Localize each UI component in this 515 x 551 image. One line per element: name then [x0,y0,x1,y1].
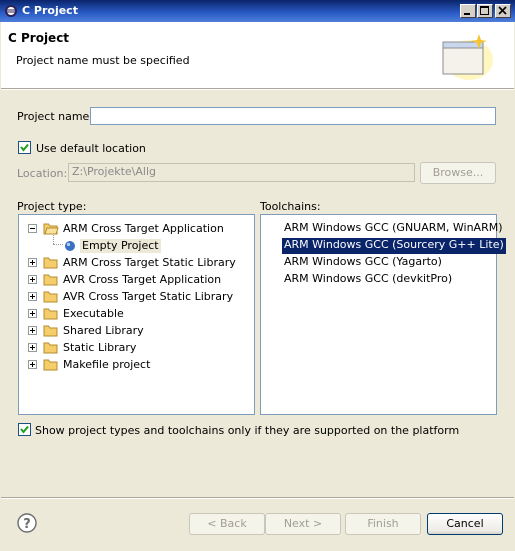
tree-item[interactable]: AVR Cross Target Application [19,272,249,289]
use-default-location-checkbox[interactable] [18,141,31,154]
tree-item-child[interactable]: Empty Project [19,238,249,255]
folder-icon [43,342,58,354]
expand-icon[interactable] [28,343,37,352]
expand-icon[interactable] [28,275,37,284]
folder-icon [43,291,58,303]
browse-button[interactable]: Browse... [420,162,496,184]
page-title: C Project [8,31,70,45]
footer-separator [1,497,514,499]
use-default-location-label: Use default location [36,142,146,155]
collapse-icon[interactable] [28,224,37,233]
folder-icon [43,308,58,320]
maximize-button[interactable] [477,4,493,18]
expand-icon[interactable] [28,258,37,267]
tree-item-label: ARM Cross Target Application [63,222,224,235]
show-supported-only-checkbox[interactable] [18,423,31,436]
checkmark-icon [20,143,29,152]
new-project-wizard-icon [442,34,493,80]
tree-item-label: AVR Cross Target Static Library [63,290,234,303]
svg-text:?: ? [23,517,31,532]
project-type-label: Project type: [17,200,87,213]
folder-icon [43,274,58,286]
eclipse-icon [5,5,17,17]
project-name-input[interactable] [90,107,496,125]
window-title: C Project [22,4,78,17]
checkmark-icon [20,425,29,434]
location-label: Location: [17,167,68,180]
open-folder-icon [43,223,59,235]
template-bullet-icon [65,241,75,251]
tree-item[interactable]: Static Library [19,340,249,357]
minimize-icon [464,13,470,15]
tree-item-label: AVR Cross Target Application [63,273,222,286]
project-name-label: Project name: [17,110,94,123]
tree-item[interactable]: ARM Cross Target Static Library [19,255,249,272]
tree-item[interactable]: Makefile project [19,357,249,374]
tree-item-label: ARM Cross Target Static Library [63,256,236,269]
tree-item-label: Static Library [63,341,137,354]
toolchains-list[interactable]: ARM Windows GCC (GNUARM, WinARM) ARM Wind… [260,214,506,415]
expand-icon[interactable] [28,360,37,369]
tree-item[interactable]: AVR Cross Target Static Library [19,289,249,306]
error-message: Project name must be specified [16,54,190,67]
expand-icon[interactable] [28,292,37,301]
cancel-button[interactable]: Cancel [427,513,503,535]
tree-item[interactable]: Executable [19,306,249,323]
toolchain-item-selected[interactable]: ARM Windows GCC (Sourcery G++ Lite) [282,238,506,254]
folder-icon [43,325,58,337]
tree-item-label: Executable [63,307,124,320]
expand-icon[interactable] [28,326,37,335]
maximize-icon [480,6,489,15]
help-icon[interactable]: ? [17,513,37,533]
folder-icon [43,257,58,269]
finish-button[interactable]: Finish [345,513,421,535]
tree-item-label: Shared Library [63,324,144,337]
tree-item-label: Empty Project [80,239,161,253]
toolchains-label: Toolchains: [260,200,321,213]
title-bar: C Project [0,0,515,22]
back-button[interactable]: < Back [189,513,265,535]
show-supported-only-label: Show project types and toolchains only i… [35,424,460,437]
tree-item-label: Makefile project [63,358,151,371]
location-input[interactable]: Z:\Projekte\Allg [68,163,415,182]
close-icon [498,6,507,15]
folder-icon [43,359,58,371]
tree-item[interactable]: ARM Cross Target Application [19,221,249,238]
toolchain-item[interactable]: ARM Windows GCC (Yagarto) [282,255,444,271]
project-type-tree[interactable]: ARM Cross Target Application Empty Projec… [18,214,255,415]
expand-icon[interactable] [28,309,37,318]
header-separator [1,88,514,90]
wizard-header: C Project Project name must be specified [1,22,514,88]
minimize-button[interactable] [460,4,476,18]
close-button[interactable] [495,4,511,18]
next-button[interactable]: Next > [265,513,341,535]
toolchain-item[interactable]: ARM Windows GCC (devkitPro) [282,272,454,288]
tree-item[interactable]: Shared Library [19,323,249,340]
toolchain-item[interactable]: ARM Windows GCC (GNUARM, WinARM) [282,221,505,237]
